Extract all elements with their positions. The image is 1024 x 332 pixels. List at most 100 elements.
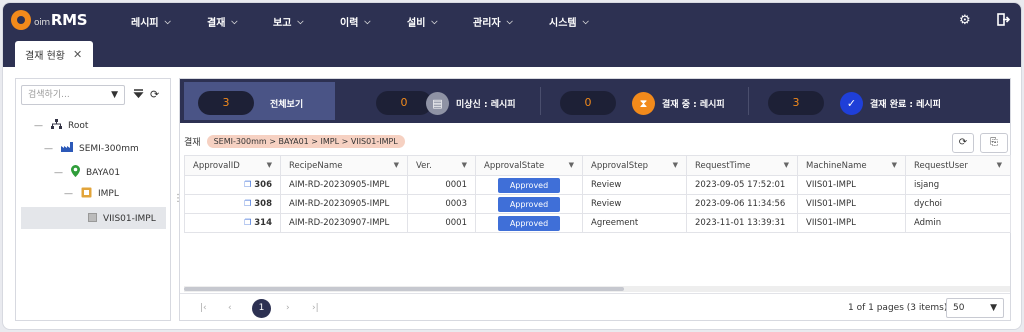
table-row[interactable]: ❐ 314 AIM-RD-20230907-IMPL 0001 Approved … — [184, 213, 1011, 233]
filter-icon[interactable]: ▼ — [673, 161, 678, 169]
breadcrumb-path: SEMI-300mm > BAYA01 > IMPL > VIIS01-IMPL — [206, 135, 405, 148]
page-button-current[interactable]: 1 — [252, 299, 271, 318]
column-header-approvalid[interactable]: ApprovalID ▼ — [184, 155, 281, 176]
filter-icon[interactable]: ▼ — [997, 161, 1002, 169]
menu-system[interactable]: 시스템 ⌵ — [549, 14, 589, 30]
gear-icon[interactable]: ⚙ — [959, 13, 971, 28]
column-header-approvalstep[interactable]: ApprovalStep ▼ — [582, 155, 687, 176]
tab-label: 결재 현황 — [25, 50, 65, 62]
tree-search-input[interactable]: 검색하기... ▼ — [21, 85, 125, 105]
refresh-icon[interactable]: ⟳ — [150, 88, 159, 101]
tree-node-root[interactable]: — Root — [34, 119, 88, 132]
request-time-cell: 2023-09-05 17:52:01 — [686, 175, 798, 195]
first-page-icon[interactable]: |‹ — [200, 303, 207, 313]
approval-id-cell[interactable]: ❐ 308 — [184, 194, 281, 214]
location-pin-icon — [71, 165, 80, 180]
recipe-name-cell: AIM-RD-20230905-IMPL — [280, 175, 408, 195]
tree-node-viis01-impl[interactable]: VIIS01-IMPL — [88, 213, 156, 225]
chevron-down-icon: ⌵ — [231, 16, 238, 26]
version-cell: 0003 — [407, 194, 476, 214]
count-all: 3 — [198, 91, 254, 115]
filter-icon[interactable]: ▼ — [784, 161, 789, 169]
copy-icon[interactable]: ❐ — [244, 180, 251, 189]
filter-icon[interactable]: ▼ — [267, 161, 272, 169]
chevron-down-icon: ⌵ — [164, 16, 171, 26]
sitemap-icon — [51, 119, 62, 132]
menu-report[interactable]: 보고 ⌵ — [273, 14, 304, 30]
grid-header-row: ApprovalID ▼ RecipeName ▼ Ver. ▼ ApprovalSt… — [184, 155, 1011, 176]
status-all-label: 전체보기 — [270, 100, 304, 110]
filter-icon[interactable]: ▼ — [394, 161, 399, 169]
refresh-icon: ⟳ — [958, 137, 968, 148]
menu-equipment[interactable]: 설비 ⌵ — [407, 14, 437, 30]
request-user-cell: isjang — [905, 175, 1011, 195]
top-navbar: oimRMS 레시피 ⌵ 결재 ⌵ 보고 ⌵ 이력 ⌵ 설비 ⌵ 관리자 ⌵ 시스템 ⌵ ⚙ — [3, 3, 1021, 37]
filter-icon[interactable]: ▼ — [462, 161, 467, 169]
tab-approval-status[interactable]: 결재 현황 ✕ — [15, 41, 93, 67]
status-filter-all[interactable]: 3 전체보기 — [184, 82, 335, 120]
logo-prefix: oim — [34, 18, 50, 28]
recipe-name-cell: AIM-RD-20230907-IMPL — [280, 213, 408, 233]
export-button[interactable]: ⎘ — [980, 133, 1008, 153]
menu-admin[interactable]: 관리자 ⌵ — [473, 14, 513, 30]
approval-main-panel: 3 전체보기 0 ▤ 미상신 : 레시피 0 ⧗ 결재 중 : 레시피 3 ✓ … — [179, 78, 1011, 321]
column-header-ver[interactable]: Ver. ▼ — [407, 155, 476, 176]
next-page-icon[interactable]: › — [286, 303, 290, 313]
caret-down-icon[interactable]: ▼ — [111, 86, 118, 104]
status-unsent-label: 미상신 : 레시피 — [456, 100, 516, 110]
logout-icon[interactable] — [997, 13, 1011, 30]
column-header-requesttime[interactable]: RequestTime ▼ — [686, 155, 798, 176]
copy-icon[interactable]: ❐ — [244, 199, 251, 208]
status-badge: Approved — [498, 177, 560, 193]
status-filter-inprogress[interactable]: 0 ⧗ 결재 중 : 레시피 — [560, 82, 740, 120]
table-row[interactable]: ❐ 306 AIM-RD-20230905-IMPL 0001 Approved … — [184, 175, 1011, 195]
app-window: oimRMS 레시피 ⌵ 결재 ⌵ 보고 ⌵ 이력 ⌵ 설비 ⌵ 관리자 ⌵ 시스템 ⌵ ⚙ … — [2, 2, 1022, 330]
column-header-requestuser[interactable]: RequestUser ▼ — [905, 155, 1011, 176]
horizontal-scrollbar[interactable] — [184, 286, 1010, 292]
column-header-approvalstate[interactable]: ApprovalState ▼ — [475, 155, 583, 176]
table-row[interactable]: ❐ 308 AIM-RD-20230905-IMPL 0003 Approved … — [184, 194, 1011, 214]
refresh-button[interactable]: ⟳ — [952, 133, 974, 153]
export-icon: ⎘ — [990, 137, 998, 148]
logo-mark-icon — [11, 10, 31, 30]
page-size-select[interactable]: 50 ▼ — [946, 298, 1004, 318]
close-icon[interactable]: ✕ — [73, 48, 82, 61]
tree-node-semi-300mm[interactable]: — SEMI-300mm — [44, 142, 139, 155]
logo[interactable]: oimRMS — [11, 10, 88, 30]
status-filter-unsent[interactable]: 0 ▤ 미상신 : 레시피 — [376, 82, 536, 120]
version-cell: 0001 — [407, 213, 476, 233]
chevron-down-icon: ⌵ — [297, 16, 304, 26]
hourglass-icon: ⧗ — [632, 92, 655, 115]
copy-icon[interactable]: ❐ — [244, 218, 251, 227]
prev-page-icon[interactable]: ‹ — [228, 303, 232, 313]
approval-id-cell[interactable]: ❐ 314 — [184, 213, 281, 233]
menu-approval[interactable]: 결재 ⌵ — [207, 14, 238, 30]
caret-down-icon: ▼ — [990, 303, 997, 313]
count-done: 3 — [768, 91, 824, 115]
tree-node-baya01[interactable]: — BAYA01 — [54, 165, 120, 180]
recipe-name-cell: AIM-RD-20230905-IMPL — [280, 194, 408, 214]
chevron-down-icon: ⌵ — [506, 16, 513, 26]
menu-history[interactable]: 이력 ⌵ — [340, 14, 370, 30]
tree-node-impl[interactable]: — IMPL — [64, 187, 119, 201]
scrollbar-thumb[interactable] — [184, 287, 624, 291]
equipment-tree-panel: 검색하기... ▼ ⟳ — Root — SEMI-300mm — BAYA01… — [15, 78, 171, 321]
status-inprogress-label: 결재 중 : 레시피 — [662, 100, 725, 110]
request-user-cell: dychoi — [905, 194, 1011, 214]
factory-icon — [61, 142, 73, 155]
last-page-icon[interactable]: ›| — [312, 303, 319, 313]
menu-recipe[interactable]: 레시피 ⌵ — [131, 14, 171, 30]
status-summary-bar: 3 전체보기 0 ▤ 미상신 : 레시피 0 ⧗ 결재 중 : 레시피 3 ✓ … — [180, 79, 1010, 123]
breadcrumb: 결재 SEMI-300mm > BAYA01 > IMPL > VIIS01-I… — [184, 135, 405, 148]
shield-check-icon: ✓ — [840, 92, 863, 115]
column-header-recipename[interactable]: RecipeName ▼ — [280, 155, 408, 176]
filter-icon[interactable]: ▼ — [569, 161, 574, 169]
tab-strip: 결재 현황 ✕ — [3, 37, 1021, 67]
approval-id-cell[interactable]: ❐ 306 — [184, 175, 281, 195]
column-header-machinename[interactable]: MachineName ▼ — [797, 155, 906, 176]
collapse-all-icon[interactable] — [133, 88, 144, 102]
machine-name-cell: VIIS01-IMPL — [797, 175, 906, 195]
approval-step-cell: Review — [582, 194, 687, 214]
filter-icon[interactable]: ▼ — [892, 161, 897, 169]
status-filter-done[interactable]: 3 ✓ 결재 완료 : 레시피 — [768, 82, 968, 120]
